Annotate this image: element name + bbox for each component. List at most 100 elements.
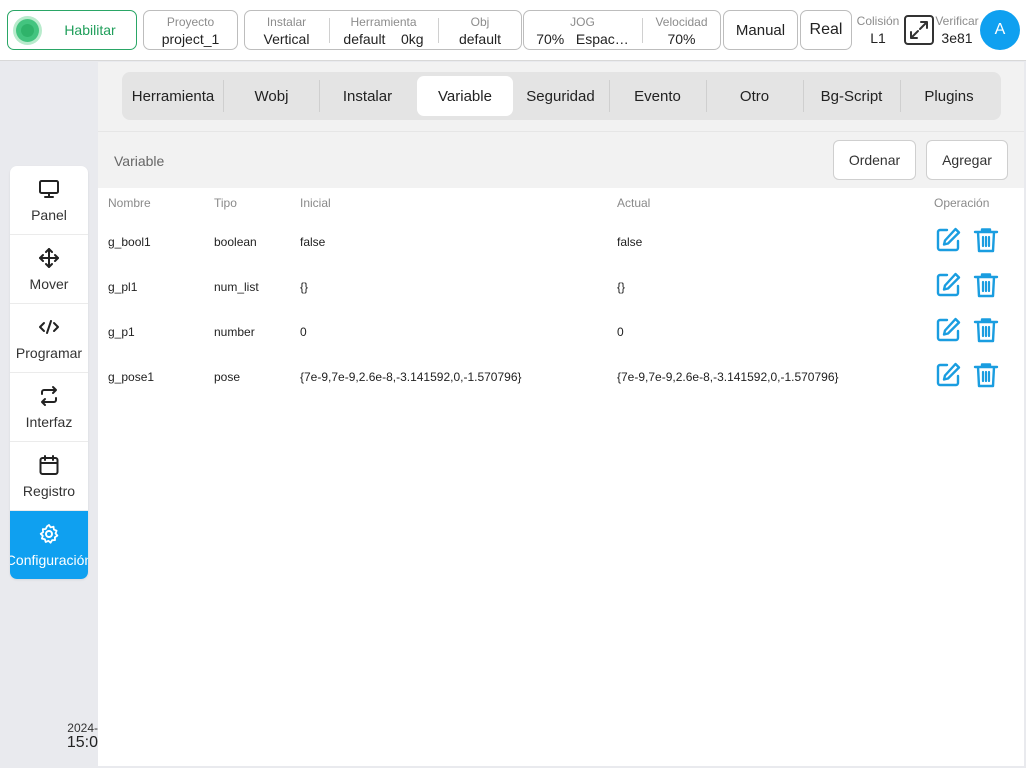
variable-name: g_bool1 <box>108 235 151 249</box>
obj-value: default <box>458 31 502 47</box>
sidebar-item-configuration[interactable]: Configuración <box>10 511 88 579</box>
variable-initial: {} <box>300 280 309 294</box>
variable-current: 0 <box>617 325 624 339</box>
sidebar-item-interface[interactable]: Interfaz <box>10 373 88 442</box>
sidebar-item-program[interactable]: Programar <box>10 304 88 373</box>
trash-icon[interactable] <box>972 226 1000 254</box>
main-panel: Herramienta Wobj Instalar Variable Segur… <box>98 62 1024 766</box>
trash-icon[interactable] <box>972 271 1000 299</box>
obj-cell[interactable]: Obj default <box>439 11 521 49</box>
install-cell[interactable]: Instalar Vertical <box>245 11 328 49</box>
tab-bar-container: Herramienta Wobj Instalar Variable Segur… <box>98 62 1024 131</box>
edit-icon[interactable] <box>934 226 962 254</box>
collision-value: L1 <box>870 30 886 46</box>
table-row[interactable]: g_pl1 num_list {} {} <box>98 263 1024 308</box>
column-header-type: Tipo <box>214 196 237 210</box>
edit-icon[interactable] <box>934 361 962 389</box>
verify-value: 3e81 <box>941 30 973 46</box>
tool-value: default 0kg <box>343 31 424 47</box>
verify-indicator[interactable]: Verificar 3e81 <box>935 10 979 50</box>
collision-label: Colisión <box>856 14 900 28</box>
variable-type: num_list <box>214 280 259 294</box>
calendar-icon <box>39 455 59 475</box>
edit-icon[interactable] <box>934 271 962 299</box>
tool-label: Herramienta <box>350 15 417 29</box>
tab-otro[interactable]: Otro <box>707 76 802 116</box>
column-header-operation: Operación <box>934 196 990 210</box>
variable-type: number <box>214 325 255 339</box>
sidebar-item-panel[interactable]: Panel <box>10 166 88 235</box>
speed-cell[interactable]: Velocidad 70% <box>643 11 720 49</box>
variable-current: {7e-9,7e-9,2.6e-8,-3.141592,0,-1.570796} <box>617 370 839 384</box>
jog-label: JOG <box>570 15 595 29</box>
project-label: Proyecto <box>166 15 215 29</box>
code-icon <box>39 320 59 334</box>
obj-label: Obj <box>470 15 490 29</box>
project-selector[interactable]: Proyecto project_1 <box>143 10 238 50</box>
tab-variable[interactable]: Variable <box>417 76 513 116</box>
table-row[interactable]: g_p1 number 0 0 <box>98 308 1024 353</box>
real-mode-button[interactable]: Real <box>800 10 852 50</box>
table-row[interactable]: g_bool1 boolean false false <box>98 218 1024 263</box>
sidebar-item-label: Mover <box>29 276 69 292</box>
variable-type: pose <box>214 370 241 384</box>
tab-bg-script[interactable]: Bg-Script <box>804 76 899 116</box>
tool-cell[interactable]: Herramienta default 0kg <box>330 11 437 49</box>
enable-label: Habilitar <box>64 22 116 38</box>
install-tool-obj-group[interactable]: Instalar Vertical Herramienta default 0k… <box>244 10 522 50</box>
trash-icon[interactable] <box>972 316 1000 344</box>
jog-value: 70% Espac… <box>536 31 629 47</box>
tab-bar: Herramienta Wobj Instalar Variable Segur… <box>122 72 1001 120</box>
variable-name: g_p1 <box>108 325 135 339</box>
enable-status-indicator-icon <box>16 19 39 42</box>
column-header-name: Nombre <box>108 196 151 210</box>
enable-button[interactable]: Habilitar <box>7 10 137 50</box>
collision-indicator[interactable]: Colisión L1 <box>855 10 901 50</box>
tab-evento[interactable]: Evento <box>610 76 705 116</box>
variable-toolbar: Variable Ordenar Agregar <box>98 131 1024 188</box>
sidebar-item-label: Programar <box>15 345 83 361</box>
variable-current: {} <box>617 280 626 294</box>
manual-mode-button[interactable]: Manual <box>723 10 798 50</box>
sidebar-nav: Panel Mover Programar Interfaz Registro … <box>10 166 88 579</box>
speed-label: Velocidad <box>655 15 708 29</box>
sort-button[interactable]: Ordenar <box>833 140 916 180</box>
expand-icon[interactable] <box>903 14 935 46</box>
sidebar-item-log[interactable]: Registro <box>10 442 88 511</box>
sidebar-item-move[interactable]: Mover <box>10 235 88 304</box>
edit-icon[interactable] <box>934 316 962 344</box>
sidebar-item-label: Registro <box>22 483 76 499</box>
tab-herramienta[interactable]: Herramienta <box>124 76 222 116</box>
swap-arrows-icon <box>41 386 57 406</box>
tab-wobj[interactable]: Wobj <box>224 76 319 116</box>
variable-initial: {7e-9,7e-9,2.6e-8,-3.141592,0,-1.570796} <box>300 370 522 384</box>
install-label: Instalar <box>266 15 307 29</box>
trash-icon[interactable] <box>972 361 1000 389</box>
top-status-bar: Habilitar Proyecto project_1 Instalar Ve… <box>0 0 1026 61</box>
sidebar-item-label: Configuración <box>10 552 88 568</box>
tab-instalar[interactable]: Instalar <box>320 76 415 116</box>
jog-speed-group[interactable]: JOG 70% Espac… Velocidad 70% <box>523 10 721 50</box>
column-header-initial: Inicial <box>300 196 331 210</box>
install-value: Vertical <box>263 31 310 47</box>
user-avatar[interactable]: A <box>980 10 1020 50</box>
jog-cell[interactable]: JOG 70% Espac… <box>524 11 641 49</box>
variable-type: boolean <box>214 235 257 249</box>
column-header-current: Actual <box>617 196 651 210</box>
table-row[interactable]: g_pose1 pose {7e-9,7e-9,2.6e-8,-3.141592… <box>98 353 1024 398</box>
variable-name: g_pose1 <box>108 370 155 384</box>
tab-seguridad[interactable]: Seguridad <box>513 76 608 116</box>
variable-current: false <box>617 235 643 249</box>
tab-plugins[interactable]: Plugins <box>901 76 997 116</box>
variable-initial: 0 <box>300 325 307 339</box>
variable-initial: false <box>300 235 326 249</box>
add-button[interactable]: Agregar <box>926 140 1008 180</box>
variable-name: g_pl1 <box>108 280 138 294</box>
gear-icon <box>39 524 59 544</box>
move-arrows-icon <box>39 248 59 268</box>
sidebar-item-label: Interfaz <box>25 414 73 430</box>
speed-value: 70% <box>667 31 696 47</box>
verify-label: Verificar <box>935 14 979 28</box>
section-title: Variable <box>114 153 165 169</box>
monitor-icon <box>39 180 59 198</box>
